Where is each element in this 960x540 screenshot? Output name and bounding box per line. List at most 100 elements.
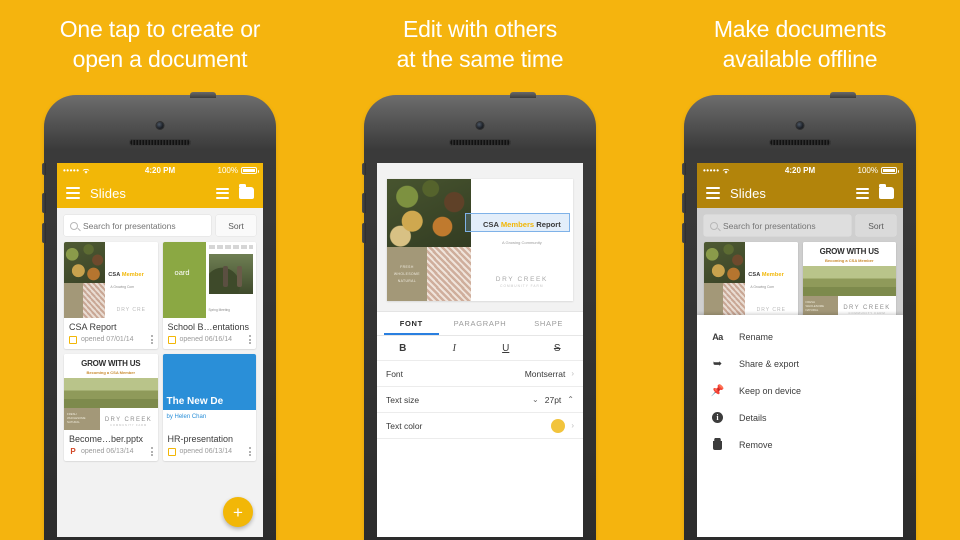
chevron-down-icon[interactable]: ⌄: [532, 395, 539, 404]
italic-button[interactable]: I: [429, 336, 481, 360]
text-size-stepper[interactable]: ⌄ 27pt ⌃: [532, 395, 574, 405]
battery-icon: [241, 167, 259, 174]
underline-button[interactable]: U: [480, 336, 532, 360]
text-color-row[interactable]: Text color ›: [377, 413, 583, 439]
front-camera-icon: [476, 122, 484, 129]
power-button[interactable]: [510, 92, 536, 98]
text-size-value: 27pt: [544, 394, 562, 405]
list-view-icon[interactable]: [856, 185, 869, 201]
search-input[interactable]: [64, 215, 211, 236]
slide-brand: DRY CREEK: [495, 275, 548, 283]
thumb-title: CSA Member: [748, 272, 784, 279]
document-date: opened 07/01/14: [81, 336, 134, 343]
document-name: Become…ber.pptx: [69, 434, 144, 444]
volume-up-button[interactable]: [682, 193, 686, 213]
search-field[interactable]: [83, 220, 205, 231]
sort-button[interactable]: Sort: [856, 215, 896, 236]
phone-screen-1: ••••• 4:20 PM 100% Slides Search for pre…: [57, 163, 263, 537]
volume-up-button[interactable]: [42, 193, 46, 213]
menu-item-label: Keep on device: [739, 385, 802, 396]
power-button[interactable]: [190, 92, 216, 98]
promo-stage: One tap to create or open a document •••…: [0, 0, 960, 540]
document-card-hr-presentation[interactable]: The New De by Helen Chan HR-presentation…: [162, 354, 256, 461]
strikethrough-button[interactable]: S: [532, 336, 584, 360]
search-field[interactable]: [723, 220, 845, 231]
status-bar: ••••• 4:20 PM 100%: [57, 163, 263, 178]
context-menu: Aa Rename ➥ Share & export 📌 Keep on dev…: [697, 315, 903, 537]
document-date: opened 06/13/14: [81, 448, 134, 455]
overflow-menu-icon[interactable]: [249, 335, 251, 344]
chevron-up-icon[interactable]: ⌃: [567, 395, 574, 404]
search-icon: [70, 221, 78, 230]
aa-text-icon: Aa: [712, 331, 723, 342]
list-view-icon[interactable]: [216, 185, 229, 201]
slide-editor: FRESH WHOLESOME NATURAL CSA Members Repo…: [377, 163, 583, 537]
caption-line-2: available offline: [722, 46, 878, 72]
thumbnail: oard Spring Meeting: [162, 242, 256, 318]
thumb-brand: DRY CRE: [756, 307, 786, 314]
slide-title-part1: CSA: [482, 220, 501, 230]
slide-title-highlight: Members: [500, 220, 535, 230]
hamburger-icon[interactable]: [706, 184, 720, 202]
ring-switch[interactable]: [42, 163, 46, 175]
power-button[interactable]: [830, 92, 856, 98]
font-row[interactable]: Font Montserrat ›: [377, 361, 583, 387]
panel-3-caption: Make documents available offline: [640, 14, 960, 74]
chevron-right-icon: ›: [571, 369, 574, 378]
document-date: opened 06/13/14: [179, 448, 233, 455]
phone-device-1: ••••• 4:20 PM 100% Slides Search for pre…: [42, 92, 276, 540]
ring-switch[interactable]: [362, 163, 366, 175]
document-card-csa-report[interactable]: CSA Member A Growing Com DRY CRE CSA Rep…: [64, 242, 158, 349]
menu-item-rename[interactable]: Aa Rename: [697, 323, 903, 350]
slide-title: CSA Members Report: [471, 220, 573, 229]
folder-icon[interactable]: [879, 184, 894, 199]
menu-item-share-export[interactable]: ➥ Share & export: [697, 350, 903, 377]
ring-switch[interactable]: [682, 163, 686, 175]
caption-line-2: at the same time: [396, 46, 564, 72]
search-input[interactable]: [704, 215, 851, 236]
overflow-menu-icon[interactable]: [249, 447, 251, 456]
slide-brand-sub: COMMUNITY FARM: [500, 283, 544, 288]
menu-item-keep-on-device[interactable]: 📌 Keep on device: [697, 377, 903, 404]
tab-shape[interactable]: SHAPE: [514, 312, 583, 335]
slide-canvas[interactable]: FRESH WHOLESOME NATURAL CSA Members Repo…: [377, 163, 583, 311]
front-camera-icon: [796, 122, 804, 129]
app-bar: Slides: [697, 178, 903, 208]
overflow-menu-icon[interactable]: [150, 447, 153, 456]
tan-word-3: NATURAL: [397, 278, 417, 283]
text-style-row: B I U S: [377, 336, 583, 361]
folder-icon[interactable]: [239, 184, 254, 199]
document-card-school-board[interactable]: oard Spring Meeting School B…entations o…: [162, 242, 256, 349]
caption-line-1: Edit with others: [402, 16, 558, 42]
hamburger-icon[interactable]: [66, 184, 80, 202]
menu-item-remove[interactable]: Remove: [697, 431, 903, 458]
create-document-fab[interactable]: +: [223, 497, 253, 527]
document-card-become-member[interactable]: GROW WITH US Becoming a CSA Member FRESH…: [64, 354, 158, 461]
volume-down-button[interactable]: [362, 223, 366, 243]
slides-file-icon: [69, 335, 77, 344]
thumbnail: GROW WITH US Becoming a CSA Member FRESH…: [802, 242, 896, 318]
slides-file-icon: [167, 335, 176, 344]
app-bar: Slides: [57, 178, 263, 208]
earpiece-speaker: [449, 139, 511, 146]
bold-button[interactable]: B: [377, 336, 429, 360]
slides-file-icon: [167, 447, 176, 456]
sort-button[interactable]: Sort: [216, 215, 256, 236]
search-row: Sort: [57, 208, 263, 242]
thumbnail: CSA Member A Growing Com DRY CRE: [64, 242, 158, 318]
tab-font[interactable]: FONT: [377, 312, 446, 335]
menu-item-details[interactable]: i Details: [697, 404, 903, 431]
document-name: HR-presentation: [167, 434, 234, 444]
text-size-row[interactable]: Text size ⌄ 27pt ⌃: [377, 387, 583, 413]
document-name: School B…entations: [167, 322, 250, 332]
search-row: Sort: [697, 208, 903, 242]
menu-item-label: Remove: [739, 439, 773, 450]
slide-preview[interactable]: FRESH WHOLESOME NATURAL CSA Members Repo…: [387, 179, 573, 301]
overflow-menu-icon[interactable]: [150, 335, 153, 344]
tab-paragraph[interactable]: PARAGRAPH: [446, 312, 515, 335]
text-color-swatch[interactable]: [551, 418, 566, 433]
volume-up-button[interactable]: [362, 193, 366, 213]
volume-down-button[interactable]: [682, 223, 686, 243]
volume-down-button[interactable]: [42, 223, 46, 243]
thumb-title: CSA Member: [108, 272, 144, 279]
